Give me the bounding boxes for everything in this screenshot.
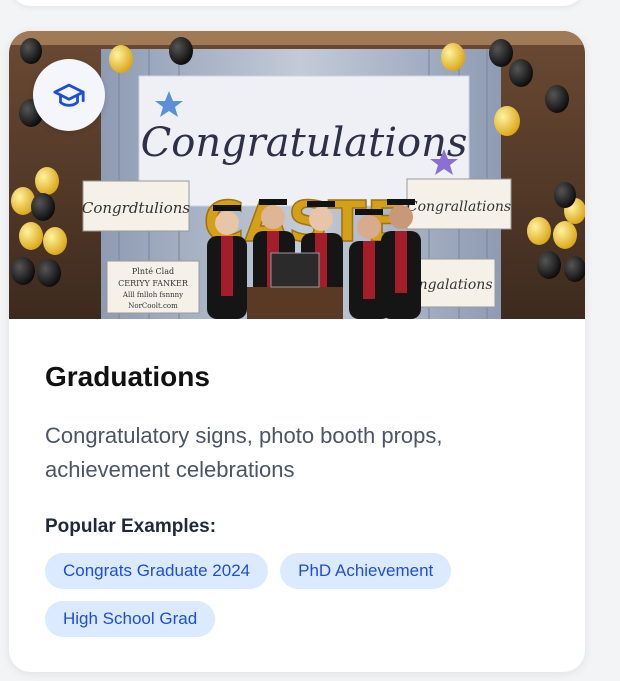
previous-card-bottom <box>9 0 585 6</box>
category-card[interactable]: Congratulations CASTE Congrdtulions Cong… <box>9 31 585 672</box>
example-tag[interactable]: Congrats Graduate 2024 <box>45 553 269 589</box>
category-badge <box>33 59 105 131</box>
card-description: Congratulatory signs, photo booth props,… <box>45 423 443 482</box>
card-title: Graduations <box>45 361 210 392</box>
example-tag[interactable]: PhD Achievement <box>280 553 452 589</box>
small-sign-line: NorCoolt.com <box>128 302 178 310</box>
sign-left-text: Congrdtulions <box>82 199 191 217</box>
small-sign-line: Plnté Clad <box>132 267 174 276</box>
small-sign-line: CERIYY FANKER <box>118 279 189 288</box>
sign-right-top-text: Congrallations <box>407 199 511 215</box>
small-sign-line: Alll fnlloh fsnnny <box>122 291 183 299</box>
banner-text: Congratulations <box>141 120 468 166</box>
graduation-cap-icon <box>53 83 85 107</box>
example-tag[interactable]: High School Grad <box>45 601 216 637</box>
example-tags: Congrats Graduate 2024 PhD Achievement H… <box>45 553 505 637</box>
graduation-photo: Congratulations CASTE Congrdtulions Cong… <box>9 31 585 319</box>
examples-heading: Popular Examples: <box>45 516 217 537</box>
